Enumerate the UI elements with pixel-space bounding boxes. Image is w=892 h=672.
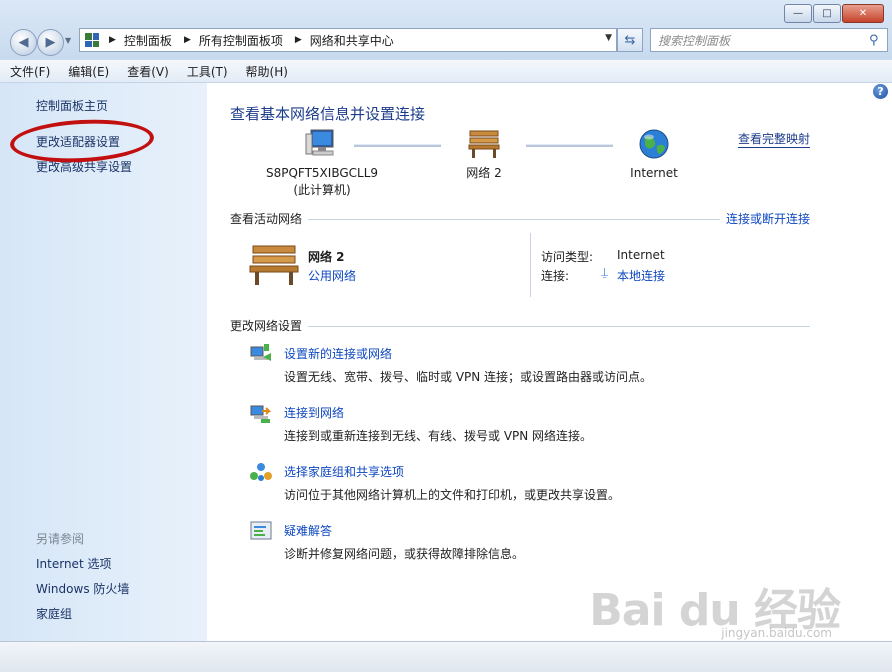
recent-pages-dropdown[interactable]: ▼ [65,36,71,45]
status-bar [0,641,892,672]
see-also-heading: 另请参阅 [36,532,85,546]
connect-disconnect-link[interactable]: 连接或断开连接 [726,210,810,227]
refresh-button[interactable]: ⇆ [617,28,643,52]
divider [308,219,720,220]
minimize-button[interactable]: — [784,4,812,23]
sidebar-item-internet-options[interactable]: Internet 选项 [36,555,111,572]
computer-subtitle: (此计算机) [293,183,351,197]
menu-view[interactable]: 查看(V) [119,63,177,80]
help-icon[interactable]: ? [873,84,888,99]
refresh-icon: ⇆ [624,32,636,48]
task-homegroup-desc: 访问位于其他网络计算机上的文件和打印机，或更改共享设置。 [284,488,621,502]
computer-icon [305,129,334,156]
menu-file[interactable]: 文件(F) [2,63,58,80]
troubleshoot-icon [250,521,272,540]
close-button[interactable]: ✕ [842,4,884,23]
connection-line [526,144,613,147]
computer-name: S8PQFT5XIBGCLL9 [265,166,379,180]
task-homegroup-link[interactable]: 选择家庭组和共享选项 [284,463,404,480]
back-button[interactable]: ◀ [10,29,37,56]
task-connect-network-link[interactable]: 连接到网络 [284,404,344,421]
access-type-label: 访问类型: [541,250,594,264]
forward-button[interactable]: ▶ [37,29,64,56]
chevron-right-icon[interactable]: ▶ [184,35,191,45]
connection-line [354,144,441,147]
local-connection-link[interactable]: 本地连接 [617,267,665,284]
address-dropdown-icon[interactable]: ▼ [605,33,612,43]
internet-node: Internet [622,128,686,182]
arrow-right-icon: ▶ [45,35,56,50]
task-connect-network-desc: 连接到或重新连接到无线、有线、拨号或 VPN 网络连接。 [284,429,593,443]
ethernet-icon: ⍊ [601,265,609,279]
chevron-right-icon[interactable]: ▶ [109,35,116,45]
baidu-watermark-url: jingyan.baidu.com [721,626,832,640]
bench-icon [468,130,500,158]
sidebar-item-home[interactable]: 控制面板主页 [36,97,108,114]
arrow-left-icon: ◀ [18,35,29,50]
breadcrumb-network-center[interactable]: 网络和共享中心 [310,32,394,49]
menu-tools[interactable]: 工具(T) [179,63,236,80]
sidebar-item-homegroup[interactable]: 家庭组 [36,605,72,622]
computer-node: S8PQFT5XIBGCLL9 (此计算机) [258,128,386,199]
maximize-button[interactable]: □ [813,4,841,23]
new-connection-icon [250,344,271,361]
window-controls: — □ ✕ [784,4,884,23]
task-setup-connection-desc: 设置无线、宽带、拨号、临时或 VPN 连接；或设置路由器或访问点。 [284,370,653,384]
search-box[interactable]: 搜索控制面板 ⚲ [650,28,888,52]
task-troubleshoot-desc: 诊断并修复网络问题，或获得故障排除信息。 [284,547,525,561]
chevron-right-icon[interactable]: ▶ [295,35,302,45]
connect-network-icon [250,405,272,423]
divider [308,326,810,327]
control-panel-icon [85,33,99,47]
active-networks-heading: 查看活动网络 [230,212,303,226]
breadcrumb-control-panel[interactable]: 控制面板 [124,32,172,49]
access-type-value: Internet [617,248,665,262]
task-setup-connection-link[interactable]: 设置新的连接或网络 [284,345,392,362]
network-node: 网络 2 [450,128,518,182]
globe-icon [639,129,669,159]
address-bar[interactable]: ▶ 控制面板 ▶ 所有控制面板项 ▶ 网络和共享中心 ▼ [79,28,617,52]
bench-icon [249,245,299,285]
breadcrumb-all-items[interactable]: 所有控制面板项 [199,32,283,49]
divider [530,233,531,297]
menu-bar: 文件(F) 编辑(E) 查看(V) 工具(T) 帮助(H) [0,60,892,83]
sidebar: 控制面板主页 更改适配器设置 更改高级共享设置 另请参阅 Internet 选项… [0,83,207,641]
breadcrumb: ▶ 控制面板 ▶ 所有控制面板项 ▶ 网络和共享中心 [105,32,394,49]
menu-help[interactable]: 帮助(H) [238,63,296,80]
page-title: 查看基本网络信息并设置连接 [230,105,426,123]
network-type-link[interactable]: 公用网络 [308,267,356,284]
view-full-map-link[interactable]: 查看完整映射 [738,130,811,148]
sidebar-item-firewall[interactable]: Windows 防火墙 [36,580,129,597]
search-icon[interactable]: ⚲ [869,33,887,48]
menu-edit[interactable]: 编辑(E) [60,63,117,80]
active-network-name: 网络 2 [308,250,345,264]
internet-node-label: Internet [630,166,678,180]
task-troubleshoot-link[interactable]: 疑难解答 [284,522,332,539]
homegroup-icon [250,463,272,481]
search-input[interactable]: 搜索控制面板 [651,32,869,49]
connections-label: 连接: [541,269,570,283]
window-chrome: — □ ✕ ◀ ▶ ▼ ▶ 控制面板 ▶ 所有控制面板项 ▶ 网络和共享中心 ▼… [0,0,892,60]
change-settings-heading: 更改网络设置 [230,319,303,333]
network-node-label: 网络 2 [466,166,502,180]
